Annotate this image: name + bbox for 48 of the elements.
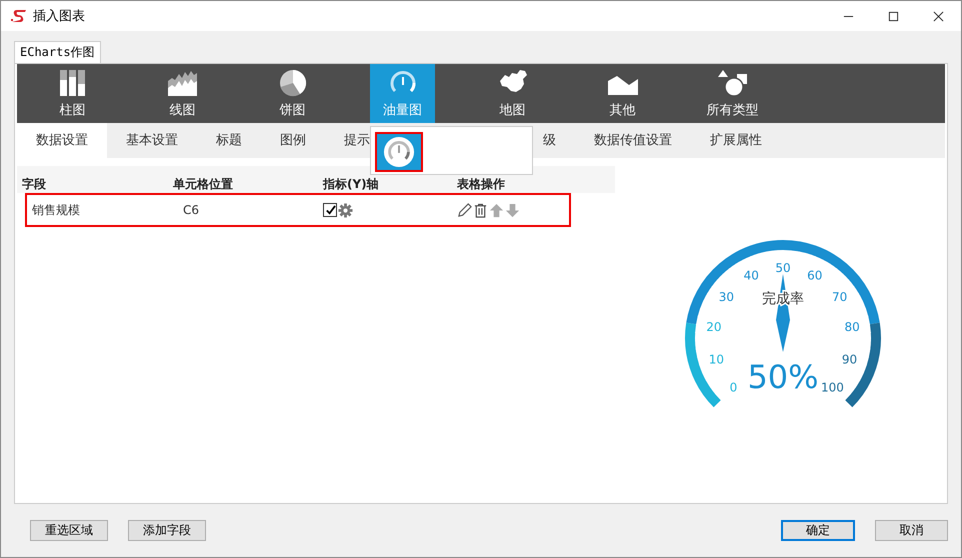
shapes-icon xyxy=(716,68,748,96)
settings-tab[interactable]: 数据传值设置 xyxy=(575,123,691,158)
close-icon[interactable] xyxy=(933,10,944,22)
gauge-tick-label: 50 xyxy=(775,261,791,275)
chart-type-button[interactable]: 其他 xyxy=(590,64,655,123)
axis-checkbox[interactable] xyxy=(323,203,337,217)
dialog-button[interactable]: 添加字段 xyxy=(128,520,206,540)
gauge-tick-label: 80 xyxy=(844,320,860,334)
delete-icon[interactable] xyxy=(473,202,488,218)
echarts-tab[interactable]: ECharts作图 xyxy=(14,41,101,63)
gauge-tick-label: 20 xyxy=(706,320,722,334)
gauge-icon xyxy=(383,136,415,168)
settings-tab[interactable]: 基本设置 xyxy=(107,123,197,158)
chart-type-button[interactable]: 地图 xyxy=(480,64,545,123)
settings-tab[interactable]: 扩展属性 xyxy=(691,123,781,158)
column-header: 字段 xyxy=(21,176,47,192)
column-header: 单元格位置 xyxy=(173,176,234,192)
table-cell-text: 销售规模 xyxy=(31,202,81,218)
maximize-icon[interactable] xyxy=(888,10,899,22)
gauge-tick-label: 10 xyxy=(708,352,724,367)
settings-tab[interactable]: 数据设置 xyxy=(17,123,107,158)
gauge-tick-label: 0 xyxy=(730,380,738,394)
gauge-tick-label: 70 xyxy=(832,290,848,304)
gauge-tick-label: 90 xyxy=(842,352,858,367)
settings-tab[interactable]: 标题 xyxy=(197,123,261,158)
chart-type-button[interactable]: 所有类型 xyxy=(700,64,765,123)
dialog-button[interactable]: 重选区域 xyxy=(30,520,108,540)
gauge-tick-label: 30 xyxy=(718,290,734,304)
settings-icon[interactable] xyxy=(338,202,353,218)
gauge-subtype-option[interactable] xyxy=(375,132,423,172)
edit-icon[interactable] xyxy=(457,202,472,218)
column-header: 指标(Y)轴 xyxy=(323,176,380,192)
area-chart-icon xyxy=(166,68,198,96)
dialog-button[interactable]: 取消 xyxy=(875,520,948,540)
logo-icon xyxy=(11,9,27,23)
gauge-tick-label: 60 xyxy=(807,268,822,283)
field-row[interactable]: 销售规模 C6 xyxy=(25,193,571,227)
settings-tab[interactable]: 图例 xyxy=(261,123,325,158)
gauge-value: 50% xyxy=(747,358,819,396)
chart-type-button[interactable]: 线图 xyxy=(150,64,215,123)
chart-type-button[interactable]: 柱图 xyxy=(40,64,105,123)
table-cell-text: C6 xyxy=(183,203,200,217)
dialog-button[interactable]: 确定 xyxy=(781,520,855,540)
chart-type-button[interactable]: 饼图 xyxy=(260,64,325,123)
gauge-tick-label: 40 xyxy=(744,268,759,283)
window-title: 插入图表 xyxy=(33,8,85,25)
column-header: 表格操作 xyxy=(457,176,505,192)
gauge-tick-label: 100 xyxy=(821,380,844,394)
